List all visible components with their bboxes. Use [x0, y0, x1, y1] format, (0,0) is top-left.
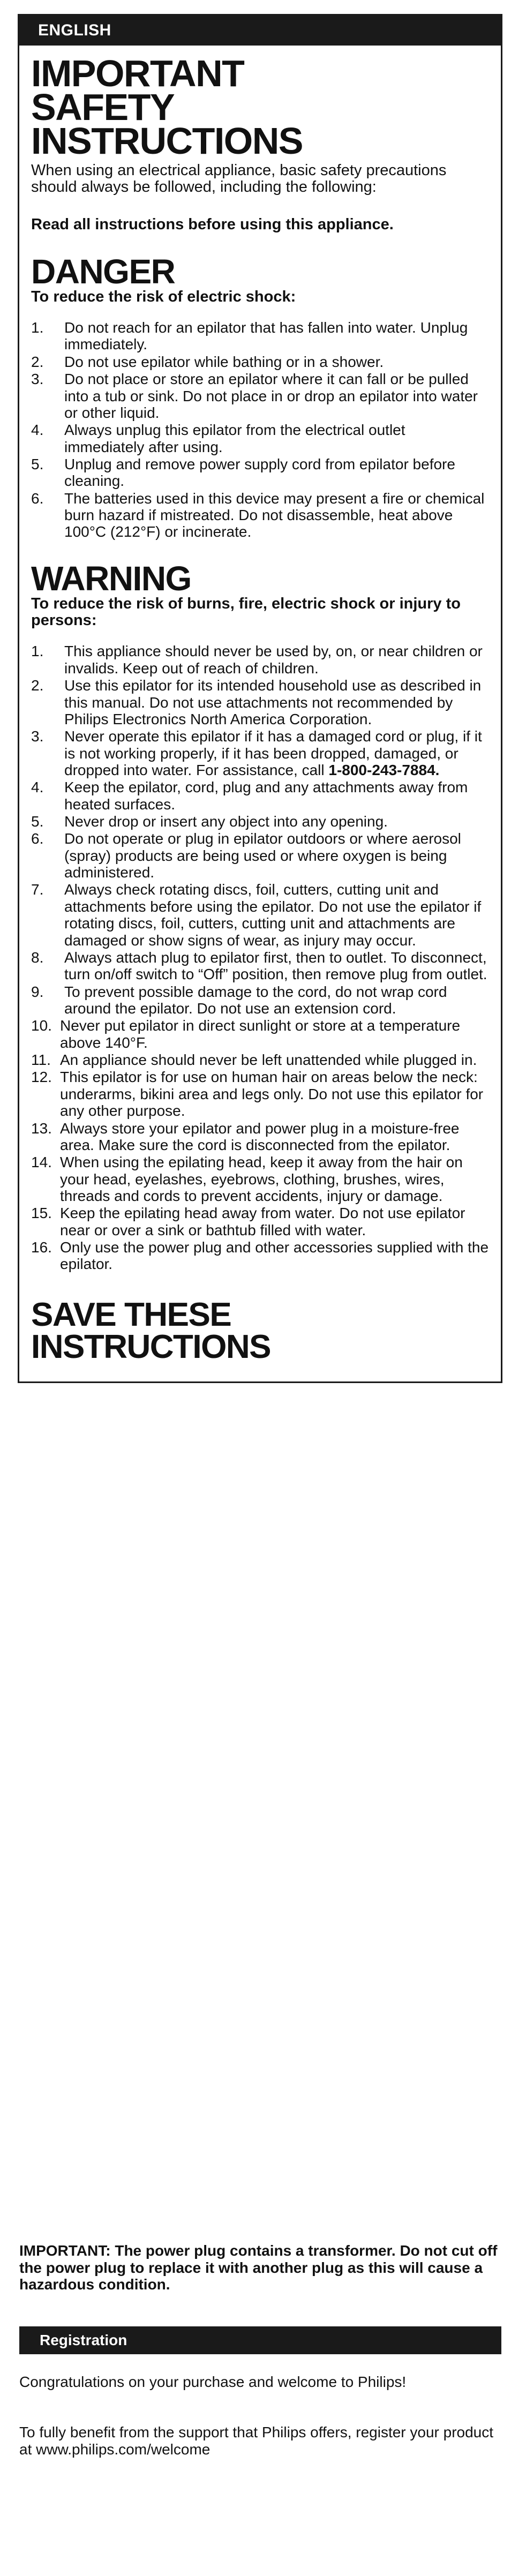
- registration-paragraph-1: Congratulations on your purchase and wel…: [19, 2373, 407, 2390]
- list-item: 2. Do not use epilator while bathing or i…: [31, 354, 489, 370]
- list-item-text: Do not reach for an epilator that has fa…: [64, 319, 468, 353]
- list-item-text: Do not operate or plug in epilator outdo…: [64, 830, 461, 881]
- danger-list: 1. Do not reach for an epilator that has …: [31, 319, 489, 540]
- list-item-number: 10.: [31, 1017, 52, 1034]
- list-item-number: 3.: [31, 728, 44, 745]
- list-item-text: Always attach plug to epilator first, th…: [64, 949, 487, 983]
- list-item-number: 12.: [31, 1069, 52, 1086]
- list-item: 9. To prevent possible damage to the cord…: [31, 983, 489, 1017]
- language-label: ENGLISH: [38, 21, 111, 39]
- list-item-number: 6.: [31, 830, 44, 847]
- list-item-number: 5.: [31, 813, 44, 830]
- list-item-text: This epilator is for use on human hair o…: [60, 1069, 484, 1120]
- list-item-number: 13.: [31, 1120, 52, 1137]
- list-item-number: 7.: [31, 881, 44, 898]
- title-line-3: INSTRUCTIONS: [31, 120, 304, 162]
- list-item-text: When using the epilating head, keep it a…: [60, 1154, 463, 1204]
- list-item-text: Never drop or insert any object into any…: [64, 813, 388, 830]
- registration-paragraph-2: To fully benefit from the support that P…: [19, 2423, 494, 2458]
- list-item-number: 4.: [31, 422, 44, 439]
- list-item-number: 9.: [31, 983, 44, 1000]
- document-page: ENGLISH IMPORTANT SAFETY INSTRUCTIONS Wh…: [0, 0, 511, 2576]
- list-item: 2. Use this epilator for its intended hou…: [31, 677, 489, 727]
- warning-list: 1. This appliance should never be used by…: [31, 643, 489, 1272]
- list-item-text: Always unplug this epilator from the ele…: [64, 422, 405, 455]
- list-item-text: This appliance should never be used by, …: [64, 643, 483, 677]
- danger-heading: DANGER: [31, 252, 176, 291]
- page-title: IMPORTANT SAFETY INSTRUCTIONS: [31, 52, 489, 162]
- safety-box-body: IMPORTANT SAFETY INSTRUCTIONS When using…: [19, 46, 501, 1381]
- list-item-number: 11.: [31, 1052, 51, 1069]
- list-item-number: 4.: [31, 779, 44, 796]
- list-item-text: Only use the power plug and other access…: [60, 1239, 489, 1273]
- list-item-text: Keep the epilating head away from water.…: [60, 1205, 465, 1238]
- list-item-number: 2.: [31, 677, 44, 694]
- read-all-instructions-note: Read all instructions before using this …: [31, 216, 394, 234]
- list-item: 4. Keep the epilator, cord, plug and any …: [31, 779, 489, 813]
- list-item: 1. Do not reach for an epilator that has …: [31, 319, 489, 353]
- list-item-text: Always check rotating discs, foil, cutte…: [64, 881, 482, 949]
- registration-bar-label: Registration: [40, 2331, 127, 2348]
- list-item-number: 16.: [31, 1239, 52, 1256]
- list-item-text: To prevent possible damage to the cord, …: [64, 983, 447, 1017]
- list-item: 3. Do not place or store an epilator wher…: [31, 371, 489, 421]
- safety-instructions-box: ENGLISH IMPORTANT SAFETY INSTRUCTIONS Wh…: [18, 14, 502, 1383]
- list-item-number: 2.: [31, 353, 44, 370]
- list-item: 14. When using the epilating head, keep i…: [31, 1154, 489, 1204]
- save-line-1: SAVE THESE: [31, 1296, 232, 1333]
- intro-paragraph: When using an electrical appliance, basi…: [31, 162, 447, 196]
- list-item: 8. Always attach plug to epilator first, …: [31, 949, 489, 983]
- save-line-2: INSTRUCTIONS: [31, 1328, 272, 1366]
- list-item-number: 15.: [31, 1205, 52, 1222]
- list-item: 10. Never put epilator in direct sunlight…: [31, 1017, 489, 1051]
- below-box-content: IMPORTANT: The power plug contains a tra…: [19, 2242, 501, 2458]
- list-item-number: 1.: [31, 319, 44, 336]
- list-item-number: 3.: [31, 371, 44, 388]
- list-item-text: Do not use epilator while bathing or in …: [64, 353, 384, 370]
- list-item-number: 8.: [31, 949, 44, 966]
- warning-subheading: To reduce the risk of burns, fire, elect…: [31, 595, 461, 629]
- list-item: 5. Unplug and remove power supply cord fr…: [31, 456, 489, 490]
- list-item-number: 14.: [31, 1154, 52, 1171]
- title-line-2: SAFETY: [31, 86, 175, 128]
- list-item-text: Always store your epilator and power plu…: [60, 1120, 460, 1153]
- registration-body: Congratulations on your purchase and wel…: [19, 2374, 501, 2458]
- save-instructions-block: SAVE THESE INSTRUCTIONS: [31, 1296, 489, 1366]
- list-item-text: Never operate this epilator if it has a …: [64, 728, 482, 778]
- list-item: 6. The batteries used in this device may …: [31, 490, 489, 540]
- list-item-number: 5.: [31, 456, 44, 472]
- list-item: 11. An appliance should never be left una…: [31, 1052, 489, 1068]
- list-item-text: An appliance should never be left unatte…: [60, 1052, 477, 1069]
- title-line-1: IMPORTANT: [31, 52, 245, 94]
- list-item: 13. Always store your epilator and power …: [31, 1120, 489, 1154]
- list-item: 15. Keep the epilating head away from wat…: [31, 1205, 489, 1238]
- warning-heading: WARNING: [31, 559, 192, 598]
- list-item-text: Never put epilator in direct sunlight or…: [60, 1017, 461, 1051]
- list-item: 7. Always check rotating discs, foil, cut…: [31, 881, 489, 948]
- list-item-number: 1.: [31, 643, 44, 660]
- list-item: 6. Do not operate or plug in epilator out…: [31, 830, 489, 881]
- list-item-text: Do not place or store an epilator where …: [64, 371, 478, 421]
- list-item-number: 6.: [31, 490, 44, 507]
- list-item: 5. Never drop or insert any object into a…: [31, 813, 489, 830]
- list-item: 12. This epilator is for use on human hai…: [31, 1069, 489, 1119]
- support-phone-number: 1-800-243-7884.: [328, 761, 440, 778]
- list-item-text: Use this epilator for its intended house…: [64, 677, 482, 727]
- list-item-text: Unplug and remove power supply cord from…: [64, 456, 455, 490]
- registration-bar: Registration: [19, 2326, 501, 2354]
- danger-subheading: To reduce the risk of electric shock:: [31, 288, 296, 305]
- list-item-text: Keep the epilator, cord, plug and any at…: [64, 779, 468, 813]
- language-bar: ENGLISH: [19, 16, 501, 46]
- list-item: 3. Never operate this epilator if it has …: [31, 728, 489, 778]
- list-item: 4. Always unplug this epilator from the e…: [31, 422, 489, 455]
- important-power-plug-note: IMPORTANT: The power plug contains a tra…: [19, 2242, 498, 2293]
- list-item-text: The batteries used in this device may pr…: [64, 490, 485, 540]
- list-item: 1. This appliance should never be used by…: [31, 643, 489, 677]
- list-item: 16. Only use the power plug and other acc…: [31, 1239, 489, 1273]
